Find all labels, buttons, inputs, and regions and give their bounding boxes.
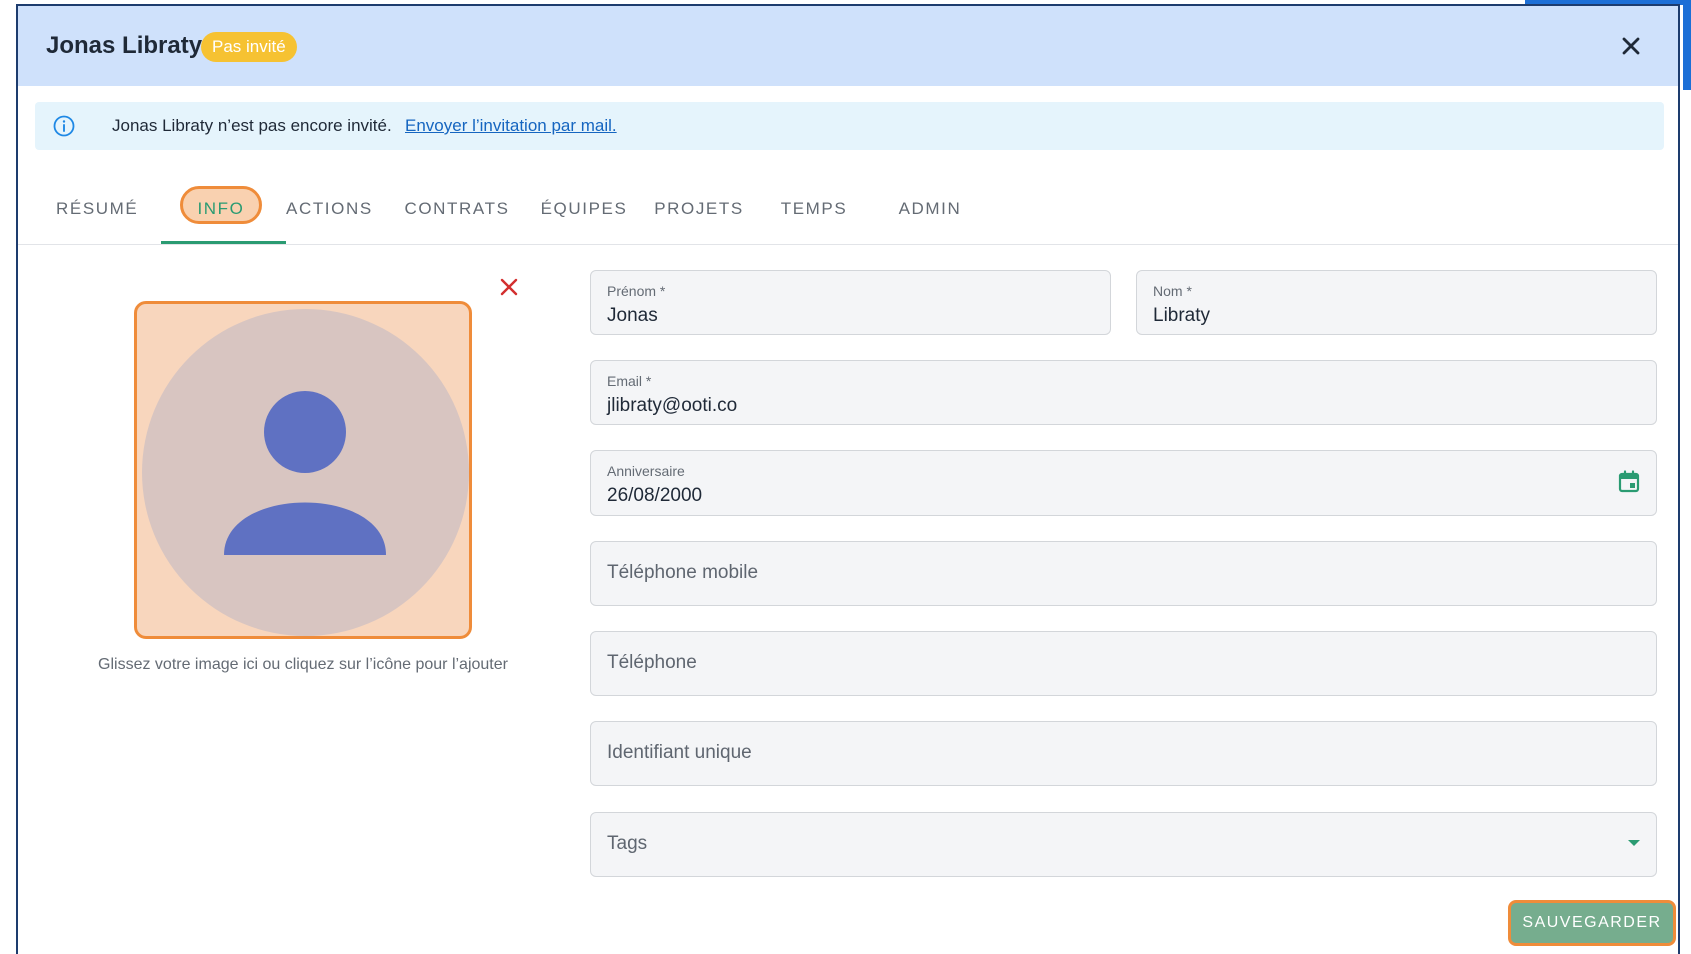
avatar [142,309,469,636]
email-value: jlibraty@ooti.co [607,395,738,416]
chevron-down-icon[interactable] [1628,840,1640,846]
phone-placeholder: Téléphone [607,652,697,673]
mobile-phone-placeholder: Téléphone mobile [607,562,759,583]
tab-resume[interactable]: RÉSUMÉ [56,186,137,244]
last-name-field[interactable]: Nom * Libraty [1136,270,1657,335]
right-edge-accent [1683,0,1691,90]
send-invitation-link[interactable]: Envoyer l’invitation par mail. [405,116,617,136]
save-button[interactable]: SAUVEGARDER [1508,900,1676,946]
tab-contrats[interactable]: CONTRATS [402,186,512,244]
unique-id-field[interactable]: Identifiant unique [590,721,1657,786]
status-badge: Pas invité [201,32,297,62]
tab-projets[interactable]: PROJETS [650,186,748,244]
tags-select[interactable]: Tags [590,812,1657,877]
email-field[interactable]: Email * jlibraty@ooti.co [590,360,1657,425]
tab-equipes[interactable]: ÉQUIPES [536,186,632,244]
first-name-label: Prénom * [607,283,666,299]
last-name-value: Libraty [1153,305,1211,326]
mobile-phone-field[interactable]: Téléphone mobile [590,541,1657,606]
active-tab-indicator [161,241,286,244]
first-name-value: Jonas [607,305,658,326]
avatar-dropzone[interactable] [134,301,472,639]
tags-placeholder: Tags [607,833,648,854]
close-icon[interactable] [1615,30,1647,62]
user-dialog: Jonas Libraty Pas invité Jonas Libraty n… [16,4,1680,954]
tab-admin[interactable]: ADMIN [891,186,969,244]
info-icon [52,114,76,138]
user-placeholder-icon [224,391,386,555]
tab-actions[interactable]: ACTIONS [286,186,372,244]
unique-id-placeholder: Identifiant unique [607,742,752,763]
remove-image-icon[interactable] [498,276,520,298]
dialog-title: Jonas Libraty [46,32,203,59]
dialog-header: Jonas Libraty Pas invité [18,6,1678,86]
tab-info[interactable]: INFO [186,186,256,244]
birthday-field[interactable]: Anniversaire 26/08/2000 [590,450,1657,516]
birthday-label: Anniversaire [607,463,685,479]
calendar-icon[interactable] [1616,469,1642,495]
tab-bar: RÉSUMÉ INFO ACTIONS CONTRATS ÉQUIPES PRO… [18,186,1678,245]
avatar-hint: Glissez votre image ici ou cliquez sur l… [98,656,508,673]
email-label: Email * [607,373,652,389]
birthday-value: 26/08/2000 [607,485,703,506]
phone-field[interactable]: Téléphone [590,631,1657,696]
invitation-alert: Jonas Libraty n’est pas encore invité. E… [35,102,1664,150]
tab-temps[interactable]: TEMPS [775,186,853,244]
first-name-field[interactable]: Prénom * Jonas [590,270,1111,335]
alert-message: Jonas Libraty n’est pas encore invité. [112,116,392,135]
last-name-label: Nom * [1153,283,1192,299]
